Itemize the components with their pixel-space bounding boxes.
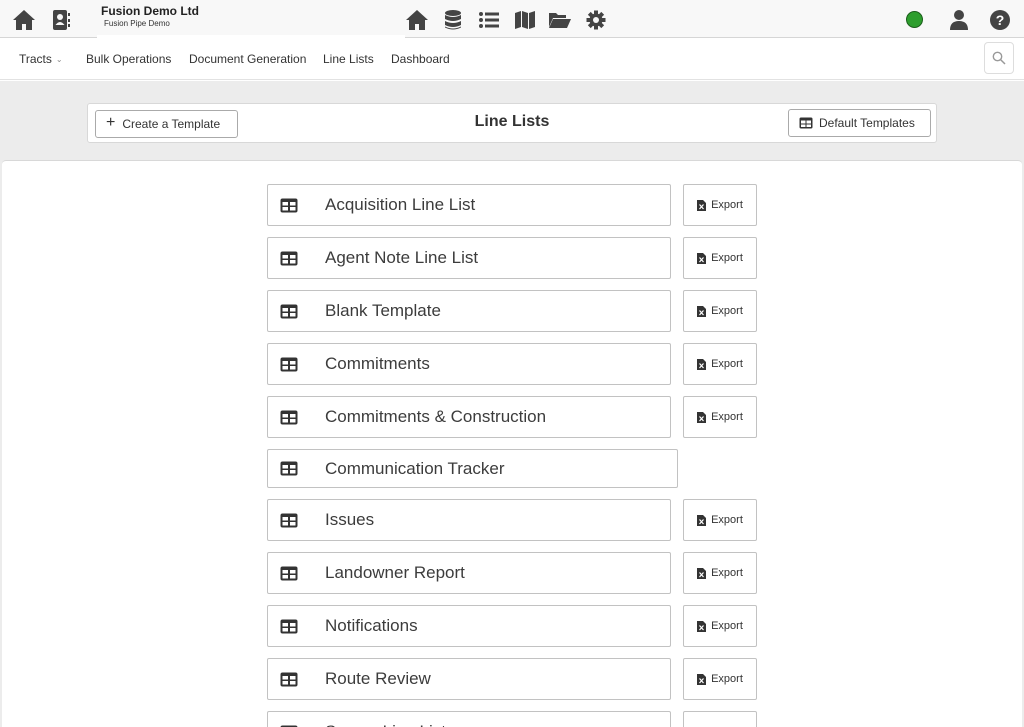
line-list-label: Survey Line List xyxy=(325,722,446,727)
database-icon[interactable] xyxy=(440,7,466,33)
excel-file-icon xyxy=(697,199,707,211)
line-list-label: Notifications xyxy=(325,616,418,635)
line-list-button[interactable]: Survey Line List xyxy=(267,711,671,727)
line-list-button[interactable]: Acquisition Line List xyxy=(267,184,671,226)
export-button[interactable]: Export xyxy=(683,343,757,385)
default-templates-label: Default Templates xyxy=(819,116,915,130)
table-icon xyxy=(280,251,300,266)
line-list-button[interactable]: Agent Note Line List xyxy=(267,237,671,279)
help-icon[interactable]: ? xyxy=(987,7,1013,33)
nav-item-dashboard[interactable]: Dashboard xyxy=(391,52,450,66)
nav-item-tracts[interactable]: Tracts ⌄ xyxy=(19,52,63,66)
export-label: Export xyxy=(711,252,743,264)
line-list-label: Communication Tracker xyxy=(325,458,505,478)
line-list-container: Acquisition Line List Export Agent Note Li… xyxy=(2,160,1022,727)
line-list-label: Agent Note Line List xyxy=(325,248,479,267)
table-icon xyxy=(280,198,300,213)
search-button[interactable] xyxy=(984,42,1014,74)
gear-icon[interactable] xyxy=(583,7,609,33)
table-icon xyxy=(280,410,300,425)
export-label: Export xyxy=(711,411,743,423)
excel-file-icon xyxy=(697,411,707,423)
plus-icon: + xyxy=(106,114,116,131)
line-list-button[interactable]: Commitments & Construction xyxy=(267,396,671,438)
create-template-button[interactable]: + Create a Template xyxy=(95,110,238,138)
export-button[interactable]: Export xyxy=(683,605,757,647)
home-icon[interactable] xyxy=(404,7,430,33)
export-label: Export xyxy=(711,199,743,211)
line-list-label: Route Review xyxy=(325,669,431,688)
folder-open-icon[interactable] xyxy=(547,7,573,33)
excel-file-icon xyxy=(697,252,707,264)
export-label: Export xyxy=(711,620,743,632)
search-icon xyxy=(992,51,1006,65)
excel-file-icon xyxy=(697,514,707,526)
table-icon xyxy=(280,672,300,687)
line-list-button[interactable]: Issues xyxy=(267,499,671,541)
table-icon xyxy=(280,619,300,634)
nav-bar: Tracts ⌄ Bulk Operations Document Generat… xyxy=(0,38,1024,80)
line-list-label: Issues xyxy=(325,510,375,529)
line-list-button[interactable]: Commitments xyxy=(267,343,671,385)
export-button[interactable]: Export xyxy=(683,552,757,594)
company-info[interactable]: Fusion Demo Ltd Fusion Pipe Demo xyxy=(97,4,405,38)
excel-file-icon xyxy=(697,673,707,685)
excel-file-icon xyxy=(697,358,707,370)
line-list-label: Acquisition Line List xyxy=(325,195,476,214)
export-button[interactable]: Export xyxy=(683,396,757,438)
table-icon xyxy=(799,117,813,129)
table-icon xyxy=(280,513,300,528)
line-list-label: Blank Template xyxy=(325,301,441,320)
header-panel: Line Lists + Create a Template Default T… xyxy=(87,103,937,143)
export-label: Export xyxy=(711,514,743,526)
export-label: Export xyxy=(711,358,743,370)
map-icon[interactable] xyxy=(512,7,538,33)
chevron-down-icon: ⌄ xyxy=(55,55,63,64)
export-label: Export xyxy=(711,567,743,579)
export-button[interactable]: Export xyxy=(683,711,757,727)
export-button[interactable]: Export xyxy=(683,290,757,332)
nav-item-document-generation[interactable]: Document Generation xyxy=(189,52,306,66)
export-button[interactable]: Export xyxy=(683,237,757,279)
line-list-label: Commitments xyxy=(325,354,430,373)
line-list-button[interactable]: Notifications xyxy=(267,605,671,647)
export-button[interactable]: Export xyxy=(683,499,757,541)
excel-file-icon xyxy=(697,305,707,317)
export-button[interactable]: Export xyxy=(683,184,757,226)
excel-file-icon xyxy=(697,620,707,632)
line-list-button[interactable]: Route Review xyxy=(267,658,671,700)
table-icon xyxy=(280,357,300,372)
list-icon[interactable] xyxy=(476,7,502,33)
line-list-button[interactable]: Landowner Report xyxy=(267,552,671,594)
export-label: Export xyxy=(711,305,743,317)
create-template-label: Create a Template xyxy=(122,117,221,131)
table-icon xyxy=(280,304,300,319)
export-button[interactable]: Export xyxy=(683,658,757,700)
svg-text:?: ? xyxy=(996,12,1005,28)
line-list-button[interactable]: Blank Template xyxy=(267,290,671,332)
line-list-label: Landowner Report xyxy=(325,563,465,582)
nav-item-line-lists[interactable]: Line Lists xyxy=(323,52,374,66)
default-templates-button[interactable]: Default Templates xyxy=(788,109,931,137)
home-icon[interactable] xyxy=(11,7,37,33)
company-name: Fusion Demo Ltd xyxy=(101,4,199,18)
table-icon xyxy=(280,566,300,581)
line-list-button[interactable]: Communication Tracker xyxy=(267,449,678,488)
nav-item-bulk-operations[interactable]: Bulk Operations xyxy=(86,52,171,66)
top-bar: Fusion Demo Ltd Fusion Pipe Demo ? xyxy=(0,0,1024,38)
project-name: Fusion Pipe Demo xyxy=(104,19,170,28)
table-icon xyxy=(280,461,300,476)
excel-file-icon xyxy=(697,567,707,579)
nav-item-label: Tracts xyxy=(19,52,52,66)
user-icon[interactable] xyxy=(946,7,972,33)
line-list-label: Commitments & Construction xyxy=(325,407,547,426)
export-label: Export xyxy=(711,673,743,685)
contacts-icon[interactable] xyxy=(48,7,74,33)
status-indicator[interactable] xyxy=(906,11,923,28)
